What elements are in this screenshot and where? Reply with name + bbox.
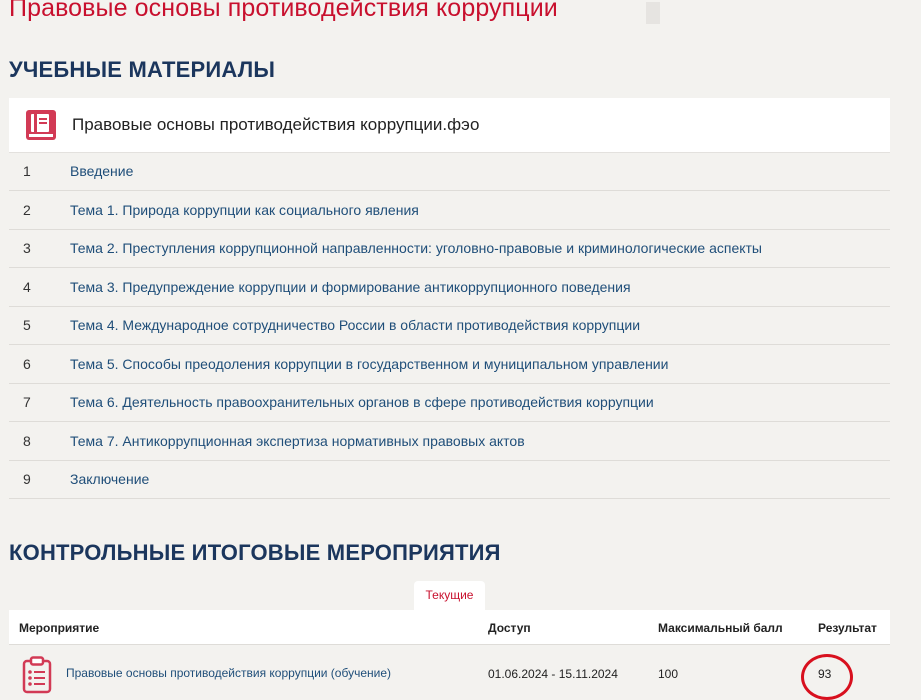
result-highlight-circle bbox=[801, 654, 853, 700]
lesson-number: 1 bbox=[23, 163, 31, 179]
lesson-link[interactable]: Заключение bbox=[70, 471, 149, 487]
lesson-number: 6 bbox=[23, 356, 31, 372]
lesson-row[interactable]: 5 Тема 4. Международное сотрудничество Р… bbox=[9, 306, 890, 345]
lesson-link[interactable]: Тема 6. Деятельность правоохранительных … bbox=[70, 394, 654, 410]
lesson-link[interactable]: Введение bbox=[70, 163, 133, 179]
table-row: Правовые основы противодействия коррупци… bbox=[9, 645, 890, 700]
lesson-link[interactable]: Тема 4. Международное сотрудничество Рос… bbox=[70, 317, 640, 333]
column-header-result: Результат bbox=[818, 621, 877, 635]
tab-current[interactable]: Текущие bbox=[414, 581, 485, 611]
lesson-number: 3 bbox=[23, 240, 31, 256]
lesson-link[interactable]: Тема 2. Преступления коррупционной напра… bbox=[70, 240, 762, 256]
lesson-row[interactable]: 9 Заключение bbox=[9, 460, 890, 499]
lesson-number: 7 bbox=[23, 394, 31, 410]
lesson-link[interactable]: Тема 3. Предупреждение коррупции и форми… bbox=[70, 279, 631, 295]
materials-card-title: Правовые основы противодействия коррупци… bbox=[72, 115, 480, 134]
events-table-header: Мероприятие Доступ Максимальный балл Рез… bbox=[9, 610, 890, 645]
lesson-link[interactable]: Тема 1. Природа коррупции как социальног… bbox=[70, 202, 419, 218]
event-link[interactable]: Правовые основы противодействия коррупци… bbox=[66, 666, 391, 680]
clipboard-icon bbox=[22, 656, 52, 694]
lesson-row[interactable]: 2 Тема 1. Природа коррупции как социальн… bbox=[9, 191, 890, 230]
lesson-number: 8 bbox=[23, 433, 31, 449]
lesson-link[interactable]: Тема 7. Антикоррупционная экспертиза нор… bbox=[70, 433, 525, 449]
lesson-number: 2 bbox=[23, 202, 31, 218]
lesson-row[interactable]: 3 Тема 2. Преступления коррупционной нап… bbox=[9, 229, 890, 268]
lesson-row[interactable]: 4 Тема 3. Предупреждение коррупции и фор… bbox=[9, 268, 890, 307]
title-shadow-decoration bbox=[646, 2, 660, 24]
event-access-dates: 01.06.2024 - 15.11.2024 bbox=[488, 667, 618, 681]
page-title: Правовые основы противодействия коррупци… bbox=[9, 0, 558, 22]
events-heading: КОНТРОЛЬНЫЕ ИТОГОВЫЕ МЕРОПРИЯТИЯ bbox=[9, 540, 501, 565]
lesson-number: 5 bbox=[23, 317, 31, 333]
lesson-row[interactable]: 1 Введение bbox=[9, 152, 890, 191]
column-header-access: Доступ bbox=[488, 621, 531, 635]
event-max-score: 100 bbox=[658, 667, 679, 681]
column-header-event: Мероприятие bbox=[19, 621, 100, 635]
book-icon bbox=[26, 110, 56, 140]
lesson-row[interactable]: 6 Тема 5. Способы преодоления коррупции … bbox=[9, 345, 890, 384]
lesson-number: 9 bbox=[23, 471, 31, 487]
lesson-number: 4 bbox=[23, 279, 31, 295]
lesson-link[interactable]: Тема 5. Способы преодоления коррупции в … bbox=[70, 356, 668, 372]
column-header-max-score: Максимальный балл bbox=[658, 621, 783, 635]
lesson-row[interactable]: 7 Тема 6. Деятельность правоохранительны… bbox=[9, 383, 890, 422]
materials-heading: УЧЕБНЫЕ МАТЕРИАЛЫ bbox=[9, 57, 276, 82]
lesson-row[interactable]: 8 Тема 7. Антикоррупционная экспертиза н… bbox=[9, 422, 890, 461]
materials-card[interactable]: Правовые основы противодействия коррупци… bbox=[9, 98, 890, 153]
